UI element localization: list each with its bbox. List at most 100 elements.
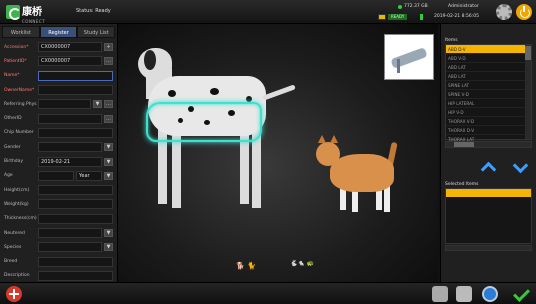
patient-id-label: PatientID*: [4, 58, 27, 64]
patient-leg-icon: [397, 59, 400, 73]
tab-study-list[interactable]: Study List: [77, 26, 116, 38]
gender-dropdown-icon[interactable]: ▼: [104, 143, 113, 152]
gender-row: Gender ▼: [4, 140, 113, 154]
height-field[interactable]: [38, 185, 113, 196]
registration-panel: Worklist Register Study List Accession* …: [0, 24, 118, 282]
referring-phys-dropdown-icon[interactable]: ▼: [93, 100, 102, 109]
battery-icon: [378, 14, 386, 20]
dog-spot: [168, 90, 176, 97]
neutered-select[interactable]: [38, 228, 102, 238]
owner-field[interactable]: [38, 85, 113, 96]
chevron-down-icon[interactable]: [513, 160, 527, 174]
selected-items-title: Selected Items: [445, 182, 479, 187]
list-item[interactable]: SPINE LAT: [446, 81, 525, 90]
system-info: 772.37 GB Administrator READY 2019-02-21…: [378, 4, 488, 22]
cat-body-region[interactable]: [330, 154, 394, 192]
patient-position-icon: [390, 47, 428, 69]
chip-field[interactable]: [38, 127, 113, 138]
birthday-label: Birthday: [4, 159, 24, 165]
list-item[interactable]: SPINE V-D: [446, 90, 525, 99]
list-item[interactable]: ABD LAT: [446, 72, 525, 81]
items-list[interactable]: ABD D-V ABD V-D ABD LAT ABD LAT SPINE LA…: [445, 44, 532, 144]
age-unit-dropdown-icon[interactable]: ▼: [104, 171, 113, 180]
items-hscroll-thumb[interactable]: [454, 142, 474, 147]
confirm-check-icon[interactable]: [512, 285, 530, 303]
description-label: Description: [4, 273, 30, 279]
list-item[interactable]: HIP LATERAL: [446, 99, 525, 108]
logo-wordmark: 康桥 CONNECT: [22, 0, 45, 25]
cat-ear-2: [330, 135, 338, 143]
small-animals-species-icon[interactable]: 🐇🐁 🐢: [290, 260, 314, 267]
species-label: Species: [4, 244, 22, 250]
neutered-dropdown-icon[interactable]: ▼: [104, 229, 113, 237]
logo-text: 康桥: [22, 7, 42, 18]
cat-head-region[interactable]: [316, 142, 340, 166]
chip-row: Chip Number: [4, 126, 113, 140]
other-id-label: OtherID: [4, 116, 22, 122]
add-patient-button[interactable]: [6, 286, 22, 302]
age-label: Age: [4, 173, 13, 179]
disk-space: 772.37 GB: [398, 4, 428, 9]
owner-row: OwnerName*: [4, 83, 113, 97]
dog-cat-species-icon[interactable]: 🐕 🐈: [236, 262, 256, 270]
birthday-dropdown-icon[interactable]: ▼: [104, 157, 113, 166]
description-row: Description: [4, 269, 113, 283]
refresh-icon[interactable]: [482, 286, 498, 302]
list-item[interactable]: HIP V-D: [446, 108, 525, 117]
breed-label: Breed: [4, 259, 18, 265]
thickness-row: Thickness(cm): [4, 212, 113, 226]
referring-phys-select[interactable]: [38, 99, 91, 110]
height-label: Height(cm): [4, 187, 30, 193]
chevron-up-icon[interactable]: [481, 160, 495, 174]
list-item[interactable]: THORAX D-V: [446, 126, 525, 135]
tab-register[interactable]: Register: [39, 26, 78, 38]
signal-icon: [420, 14, 423, 20]
list-item[interactable]: ABD V-D: [446, 54, 525, 63]
power-button[interactable]: [516, 4, 532, 20]
list-item[interactable]: THORAX V-D: [446, 117, 525, 126]
items-horizontal-scrollbar[interactable]: [445, 141, 532, 148]
study-icon[interactable]: [456, 286, 472, 302]
patient-id-field[interactable]: CX0000007: [38, 56, 102, 67]
description-field[interactable]: [38, 270, 113, 281]
items-vertical-scrollbar[interactable]: [525, 45, 531, 139]
age-unit-select[interactable]: Year: [76, 170, 102, 181]
selected-items-list[interactable]: [445, 188, 532, 244]
tab-worklist[interactable]: Worklist: [2, 26, 40, 38]
emergency-icon[interactable]: [432, 286, 448, 302]
position-thumbnail: [384, 34, 434, 80]
settings-gear-icon[interactable]: [496, 4, 512, 20]
accession-add-button[interactable]: +: [104, 43, 113, 52]
items-scroll-thumb[interactable]: [525, 46, 531, 60]
other-id-field[interactable]: [38, 113, 102, 124]
selected-region-highlight[interactable]: [146, 102, 262, 142]
birthday-field[interactable]: 2019-02-21: [38, 156, 102, 167]
accession-field[interactable]: CX0000007: [38, 42, 102, 53]
weight-field[interactable]: [38, 199, 113, 210]
selected-item-row[interactable]: [446, 189, 531, 197]
move-buttons: [477, 160, 535, 174]
species-dropdown-icon[interactable]: ▼: [104, 243, 113, 252]
age-field[interactable]: [38, 170, 74, 181]
selected-items-scrollbar[interactable]: [445, 245, 532, 251]
referring-phys-more-button[interactable]: …: [104, 100, 113, 109]
birthday-row: Birthday 2019-02-21 ▼: [4, 154, 113, 168]
list-item[interactable]: ABD D-V: [446, 45, 525, 54]
gender-select[interactable]: [38, 142, 102, 153]
breed-field[interactable]: [38, 256, 113, 267]
thickness-label: Thickness(cm): [4, 216, 37, 222]
weight-label: Weight(kg): [4, 201, 29, 207]
gender-label: Gender: [4, 144, 21, 150]
name-field[interactable]: [38, 70, 113, 81]
patient-id-more-button[interactable]: …: [104, 57, 113, 66]
chip-label: Chip Number: [4, 130, 34, 136]
other-id-row: OtherID …: [4, 111, 113, 125]
patient-form: Accession* CX0000007 + PatientID* CX0000…: [0, 38, 117, 285]
species-select[interactable]: [38, 242, 102, 253]
dog-tail: [262, 84, 296, 101]
accession-row: Accession* CX0000007 +: [4, 40, 113, 54]
other-id-more-button[interactable]: …: [104, 114, 113, 123]
list-item[interactable]: ABD LAT: [446, 63, 525, 72]
thickness-field[interactable]: [38, 213, 113, 224]
disk-status-icon: [398, 4, 402, 9]
